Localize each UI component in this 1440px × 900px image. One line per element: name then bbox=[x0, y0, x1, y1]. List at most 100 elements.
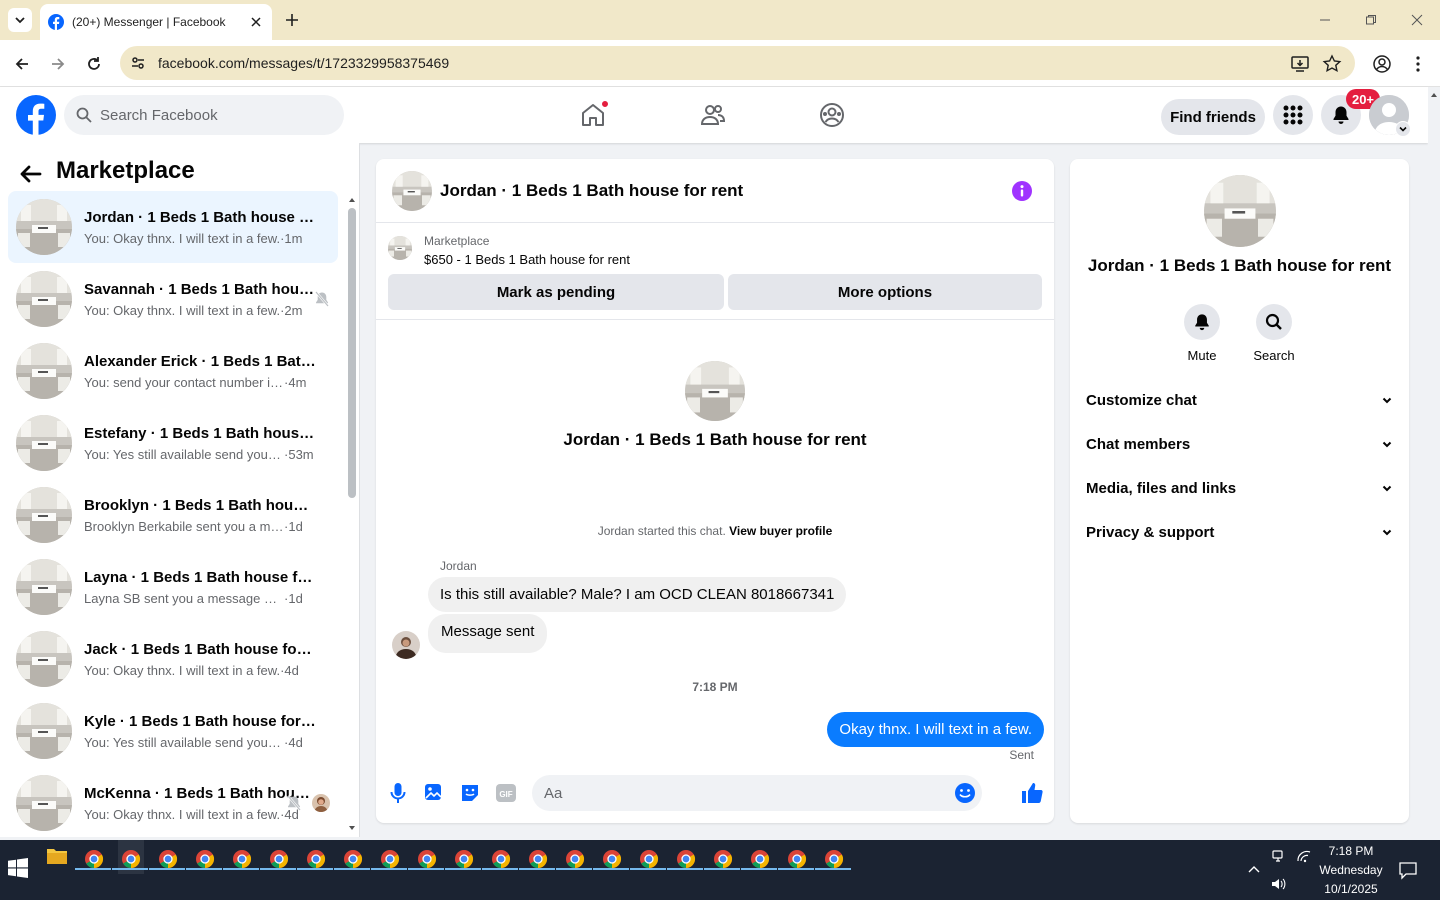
info-avatar[interactable] bbox=[1204, 175, 1276, 247]
emoji-icon[interactable] bbox=[954, 782, 976, 804]
back-arrow-icon[interactable] bbox=[18, 161, 44, 187]
system-clock[interactable]: 7:18 PM Wednesday 10/1/2025 bbox=[1316, 842, 1386, 899]
taskbar-chrome-app[interactable] bbox=[630, 840, 666, 874]
meet-now-icon[interactable] bbox=[1270, 848, 1286, 864]
taskbar-chrome-app[interactable] bbox=[741, 840, 777, 874]
incoming-message[interactable]: Message sent bbox=[428, 614, 548, 653]
facebook-logo-icon[interactable] bbox=[16, 95, 56, 135]
minimize-button[interactable] bbox=[1302, 8, 1348, 32]
facebook-search[interactable] bbox=[64, 95, 344, 135]
conversation-time: 4d bbox=[284, 662, 299, 678]
taskbar-chrome-app[interactable] bbox=[519, 840, 555, 874]
conversation-item[interactable]: Jordan · 1 Beds 1 Bath house for rent You… bbox=[8, 191, 338, 263]
taskbar-chrome-app[interactable] bbox=[408, 840, 444, 874]
tab-close-icon[interactable] bbox=[248, 14, 264, 30]
conversation-item[interactable]: Layna · 1 Beds 1 Bath house for rent Layn… bbox=[8, 551, 338, 623]
taskbar-chrome-app[interactable] bbox=[704, 840, 740, 874]
listing-title[interactable]: $650 - 1 Beds 1 Bath house for rent bbox=[424, 252, 630, 267]
info-icon[interactable] bbox=[1012, 181, 1032, 201]
taskbar-chrome-app[interactable] bbox=[815, 840, 851, 874]
view-buyer-profile-link[interactable]: View buyer profile bbox=[729, 524, 832, 538]
customize-chat-section[interactable]: Customize chat bbox=[1086, 378, 1393, 422]
taskbar-chrome-app[interactable] bbox=[297, 840, 333, 874]
photo-icon[interactable] bbox=[422, 781, 446, 805]
new-tab-button[interactable] bbox=[280, 8, 304, 32]
message-input[interactable] bbox=[544, 784, 924, 802]
search-circle[interactable] bbox=[1256, 304, 1292, 340]
bookmark-star-icon[interactable] bbox=[1322, 54, 1342, 74]
file-explorer-icon[interactable] bbox=[46, 846, 68, 866]
conversation-item[interactable]: Estefany · 1 Beds 1 Bath house for rent Y… bbox=[8, 407, 338, 479]
site-info-icon[interactable] bbox=[130, 55, 146, 71]
sticker-icon[interactable] bbox=[458, 781, 482, 805]
notification-center-icon[interactable] bbox=[1398, 860, 1418, 880]
microphone-icon[interactable] bbox=[386, 781, 410, 805]
profile-icon[interactable] bbox=[1372, 54, 1392, 74]
taskbar-chrome-app[interactable] bbox=[778, 840, 814, 874]
scroll-down-icon[interactable] bbox=[346, 823, 358, 833]
taskbar-chrome-app[interactable] bbox=[334, 840, 370, 874]
scroll-up-icon[interactable] bbox=[346, 195, 358, 205]
sender-avatar[interactable] bbox=[392, 631, 420, 659]
outgoing-message[interactable]: Okay thnx. I will text in a few. bbox=[827, 712, 1044, 747]
volume-icon[interactable] bbox=[1270, 876, 1286, 892]
sidebar-scroll-thumb[interactable] bbox=[348, 208, 356, 498]
taskbar-chrome-app[interactable] bbox=[149, 840, 185, 874]
search-in-chat-button[interactable]: Search bbox=[1244, 304, 1304, 363]
back-button[interactable] bbox=[8, 50, 36, 78]
nav-friends[interactable] bbox=[697, 99, 729, 131]
find-friends-button[interactable]: Find friends bbox=[1161, 99, 1265, 135]
conversation-item[interactable]: McKenna · 1 Beds 1 Bath house for rent Yo… bbox=[8, 767, 338, 837]
taskbar-chrome-app[interactable] bbox=[593, 840, 629, 874]
taskbar-chrome-app[interactable] bbox=[260, 840, 296, 874]
conversation-item[interactable]: Kyle · 1 Beds 1 Bath house for rent You: … bbox=[8, 695, 338, 767]
chat-members-section[interactable]: Chat members bbox=[1086, 422, 1393, 466]
scroll-up-icon[interactable] bbox=[1428, 89, 1440, 101]
browser-tab-active[interactable]: (20+) Messenger | Facebook bbox=[40, 4, 272, 40]
restore-button[interactable] bbox=[1348, 8, 1394, 32]
wifi-icon[interactable] bbox=[1296, 848, 1312, 864]
taskbar-chrome-app[interactable] bbox=[186, 840, 222, 874]
conversation-item[interactable]: Savannah · 1 Beds 1 Bath house for rent Y… bbox=[8, 263, 338, 335]
chat-title[interactable]: Jordan · 1 Beds 1 Bath house for rent bbox=[440, 181, 743, 201]
privacy-support-section[interactable]: Privacy & support bbox=[1086, 510, 1393, 554]
listing-thumbnail[interactable] bbox=[388, 236, 412, 260]
like-thumbs-up-icon[interactable] bbox=[1020, 781, 1044, 805]
mute-circle[interactable] bbox=[1184, 304, 1220, 340]
reload-button[interactable] bbox=[80, 50, 108, 78]
taskbar-chrome-app[interactable] bbox=[556, 840, 592, 874]
nav-groups[interactable] bbox=[816, 99, 848, 131]
address-bar[interactable]: facebook.com/messages/t/1723329958375469 bbox=[120, 46, 1355, 80]
taskbar-app-active[interactable] bbox=[112, 840, 148, 874]
more-options-button[interactable]: More options bbox=[728, 274, 1042, 310]
taskbar-running-indicator bbox=[815, 868, 851, 870]
install-app-icon[interactable] bbox=[1290, 54, 1310, 74]
search-input[interactable] bbox=[100, 106, 320, 124]
conversation-preview-row: Brooklyn Berkabile sent you a message·1d bbox=[84, 519, 316, 534]
page-scrollbar[interactable] bbox=[1428, 87, 1440, 837]
incoming-message[interactable]: Is this still available? Male? I am OCD … bbox=[428, 577, 847, 612]
chat-avatar[interactable] bbox=[392, 170, 432, 211]
account-chevron[interactable] bbox=[1395, 121, 1411, 137]
taskbar-chrome-app[interactable] bbox=[482, 840, 518, 874]
mark-as-pending-button[interactable]: Mark as pending bbox=[388, 274, 724, 310]
taskbar-chrome-app[interactable] bbox=[371, 840, 407, 874]
message-input-box[interactable] bbox=[532, 775, 982, 811]
taskbar-chrome-app[interactable] bbox=[667, 840, 703, 874]
windows-start-icon[interactable] bbox=[8, 858, 28, 878]
taskbar-chrome-app[interactable] bbox=[75, 840, 111, 874]
taskbar-chrome-app[interactable] bbox=[445, 840, 481, 874]
forward-button[interactable] bbox=[44, 50, 72, 78]
conversation-item[interactable]: Alexander Erick · 1 Beds 1 Bath house fo… bbox=[8, 335, 338, 407]
menu-kebab-icon[interactable] bbox=[1408, 54, 1428, 74]
media-files-links-section[interactable]: Media, files and links bbox=[1086, 466, 1393, 510]
menu-button[interactable] bbox=[1273, 95, 1313, 135]
conversation-item[interactable]: Jack · 1 Beds 1 Bath house for rent You: … bbox=[8, 623, 338, 695]
gif-icon[interactable]: GIF bbox=[494, 781, 518, 805]
tab-search-dropdown[interactable] bbox=[8, 8, 32, 32]
taskbar-chrome-app[interactable] bbox=[223, 840, 259, 874]
conversation-item[interactable]: Brooklyn · 1 Beds 1 Bath house for rent B… bbox=[8, 479, 338, 551]
mute-button[interactable]: Mute bbox=[1172, 304, 1232, 363]
close-window-button[interactable] bbox=[1394, 8, 1440, 32]
show-hidden-icons-icon[interactable] bbox=[1246, 862, 1262, 878]
